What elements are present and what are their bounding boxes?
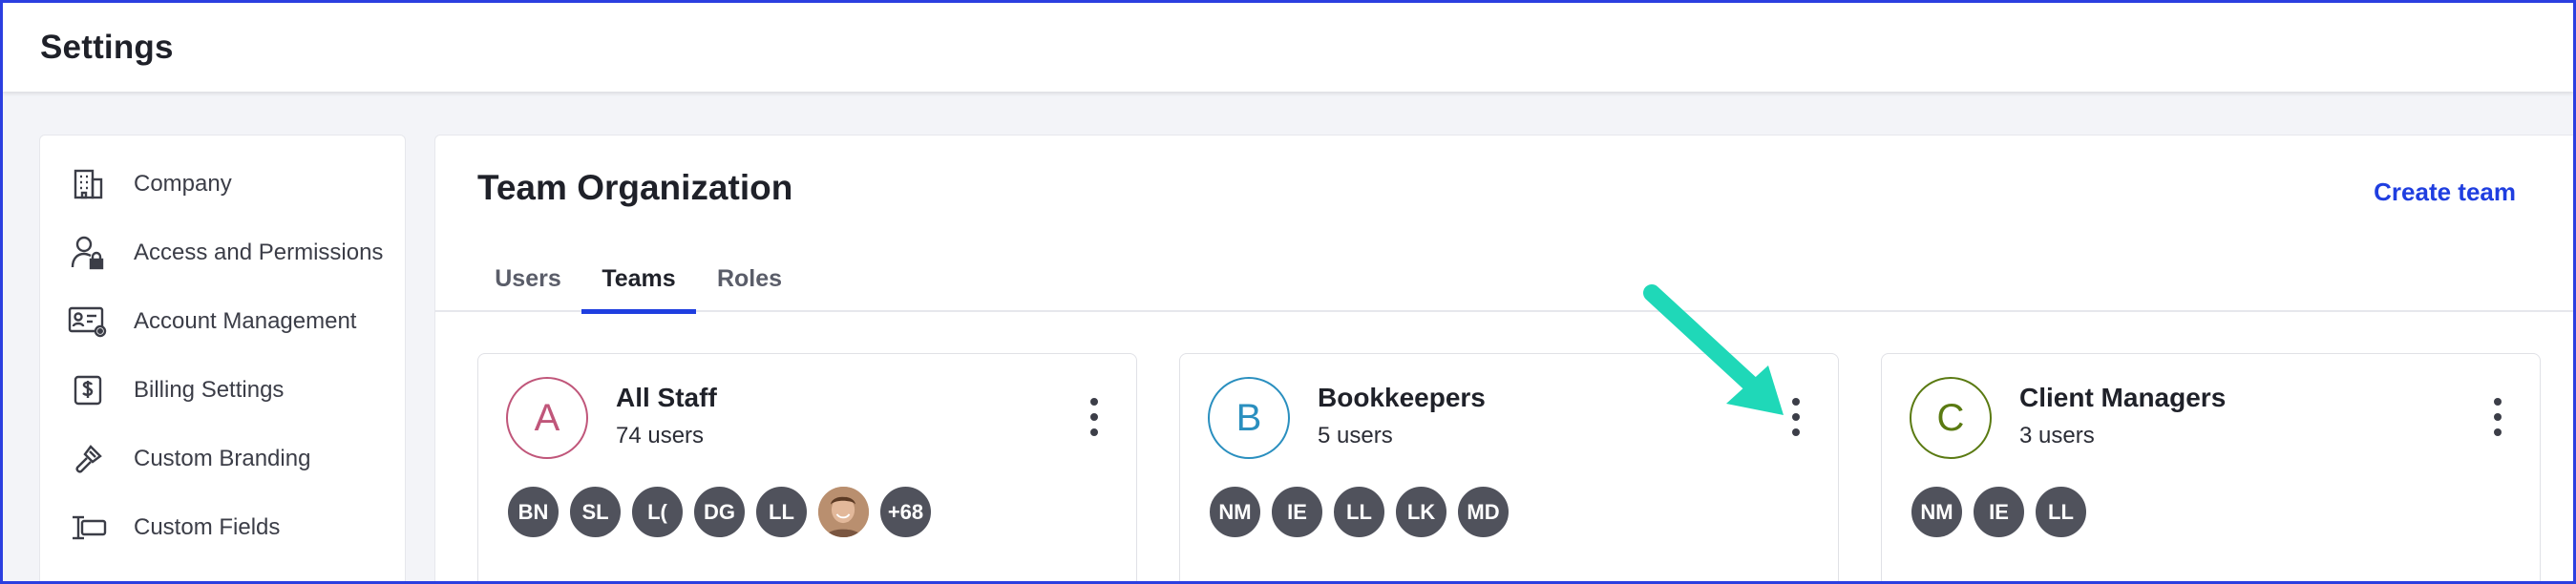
avatar[interactable]: NM [1910, 485, 1964, 539]
sidebar-item-label: Access and Permissions [134, 240, 384, 265]
text-field-icon [67, 507, 109, 549]
more-options-button[interactable] [1786, 398, 1805, 436]
avatar[interactable]: DG [692, 485, 747, 539]
user-lock-icon [67, 232, 109, 274]
team-logo: C [1910, 377, 1992, 459]
avatar[interactable]: LL [2034, 485, 2088, 539]
sidebar-item-custom-fields[interactable]: Custom Fields [40, 499, 405, 556]
team-card-bookkeepers[interactable]: B Bookkeepers 5 users NM IE LL LK MD [1179, 353, 1839, 584]
more-options-button[interactable] [1085, 398, 1104, 436]
member-avatars: NM IE LL [1910, 485, 2096, 539]
avatar[interactable]: IE [1972, 485, 2026, 539]
sidebar-item-access-permissions[interactable]: Access and Permissions [40, 224, 405, 282]
team-name: All Staff [616, 383, 717, 412]
section-title: Team Organization [477, 168, 793, 207]
team-user-count: 3 users [2019, 423, 2095, 448]
kebab-dot-icon [1090, 428, 1098, 436]
brush-icon [67, 438, 109, 480]
page-title: Settings [40, 28, 174, 66]
avatar-photo[interactable] [816, 485, 871, 539]
kebab-dot-icon [2494, 413, 2502, 421]
avatar[interactable]: LL [754, 485, 809, 539]
more-options-button[interactable] [2488, 398, 2507, 436]
team-user-count: 74 users [616, 423, 705, 448]
kebab-dot-icon [2494, 398, 2502, 406]
team-name: Client Managers [2019, 383, 2227, 412]
dollar-document-icon [67, 369, 109, 411]
sidebar-item-label: Billing Settings [134, 377, 285, 403]
id-card-gear-icon [67, 301, 109, 343]
kebab-dot-icon [1792, 413, 1800, 421]
sidebar-item-label: Custom Fields [134, 514, 281, 540]
team-organization-panel: Team Organization Create team Users Team… [434, 135, 2576, 584]
tab-users[interactable]: Users [495, 245, 561, 312]
team-name: Bookkeepers [1318, 383, 1486, 412]
tab-teams[interactable]: Teams [581, 245, 696, 314]
avatar[interactable]: BN [506, 485, 560, 539]
member-avatars: BN SL L( DG LL +68 [506, 485, 940, 539]
top-bar: Settings [3, 3, 2573, 92]
team-card-all-staff[interactable]: A All Staff 74 users BN SL L( DG LL +68 [477, 353, 1137, 584]
tab-bar: Users Teams Roles [435, 245, 2575, 314]
team-user-count: 5 users [1318, 423, 1393, 448]
sidebar-item-company[interactable]: Company [40, 156, 405, 213]
sidebar-item-label: Custom Branding [134, 446, 311, 471]
settings-sidebar: Company Access and Permissions Account M… [39, 135, 406, 584]
kebab-dot-icon [2494, 428, 2502, 436]
sidebar-item-label: Account Management [134, 308, 357, 334]
avatar[interactable]: NM [1208, 485, 1262, 539]
sidebar-item-billing-settings[interactable]: Billing Settings [40, 362, 405, 419]
team-logo: B [1208, 377, 1290, 459]
avatar[interactable]: MD [1456, 485, 1510, 539]
sidebar-item-label: Company [134, 171, 232, 197]
team-card-client-managers[interactable]: C Client Managers 3 users NM IE LL [1881, 353, 2541, 584]
avatar[interactable]: L( [630, 485, 685, 539]
member-avatars: NM IE LL LK MD [1208, 485, 1518, 539]
avatar[interactable]: SL [568, 485, 623, 539]
create-team-button[interactable]: Create team [2374, 177, 2516, 207]
avatar[interactable]: IE [1270, 485, 1324, 539]
building-icon [67, 163, 109, 205]
avatar-more-count[interactable]: +68 [878, 485, 933, 539]
tab-roles[interactable]: Roles [716, 245, 783, 312]
kebab-dot-icon [1792, 398, 1800, 406]
sidebar-item-custom-branding[interactable]: Custom Branding [40, 430, 405, 488]
sidebar-item-account-management[interactable]: Account Management [40, 293, 405, 350]
kebab-dot-icon [1090, 413, 1098, 421]
avatar[interactable]: LK [1394, 485, 1448, 539]
avatar[interactable]: LL [1332, 485, 1386, 539]
kebab-dot-icon [1090, 398, 1098, 406]
kebab-dot-icon [1792, 428, 1800, 436]
team-logo: A [506, 377, 588, 459]
